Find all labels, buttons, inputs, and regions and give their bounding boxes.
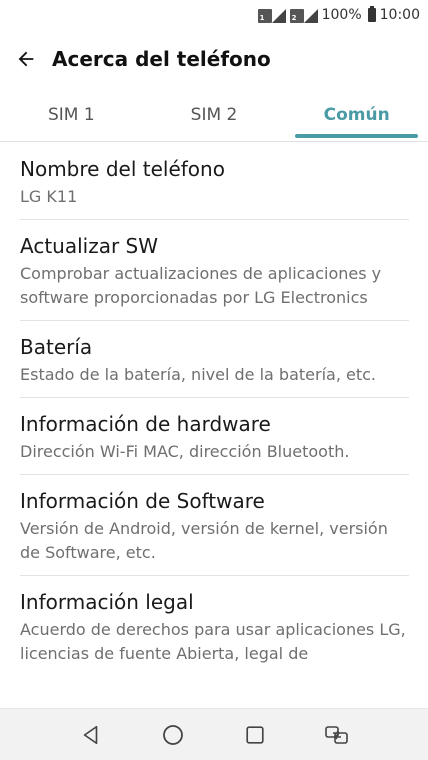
tab-bar: SIM 1 SIM 2 Común [0,88,428,142]
item-title: Actualizar SW [20,234,159,258]
item-subtitle: LG K11 [20,187,78,206]
battery-percent: 100% [321,7,362,23]
item-subtitle: Estado de la batería, nivel de la baterí… [20,365,376,384]
item-subtitle: Versión de Android, versión de kernel, v… [20,519,388,562]
tab-sim-2[interactable]: SIM 2 [143,88,286,141]
list-item-hardware-info[interactable]: Información de hardware Dirección Wi-Fi … [0,398,428,475]
sim2-signal-icon: 2 [289,7,318,23]
item-subtitle: Comprobar actualizaciones de aplicacione… [20,264,382,307]
item-subtitle: Dirección Wi-Fi MAC, dirección Bluetooth… [20,442,350,461]
status-bar: 1 2 100% 10:00 [0,0,428,30]
item-title: Información de Software [20,489,265,513]
page-title: Acerca del teléfono [52,47,271,71]
dual-window-icon [325,725,348,744]
list-item-battery[interactable]: Batería Estado de la batería, nivel de l… [0,321,428,398]
nav-dual-window-button[interactable] [317,715,357,755]
list-item-update-sw[interactable]: Actualizar SW Comprobar actualizaciones … [0,220,428,321]
item-title: Información de hardware [20,412,271,436]
item-subtitle: Acuerdo de derechos para usar aplicacion… [20,620,406,663]
home-circle-icon [163,724,183,745]
arrow-left-icon [18,51,34,67]
clock: 10:00 [379,7,420,23]
list-item-software-info[interactable]: Información de Software Versión de Andro… [0,475,428,576]
item-title: Información legal [20,590,194,614]
back-triangle-icon [83,725,98,744]
tab-sim-1[interactable]: SIM 1 [0,88,143,141]
nav-back-button[interactable] [71,715,111,755]
tab-comun[interactable]: Común [285,88,428,141]
item-title: Nombre del teléfono [20,157,225,181]
list-item-phone-name[interactable]: Nombre del teléfono LG K11 [0,143,428,220]
app-bar: Acerca del teléfono [0,30,428,88]
navigation-bar [0,708,428,760]
nav-home-button[interactable] [153,715,193,755]
settings-list: Nombre del teléfono LG K11 Actualizar SW… [0,143,428,708]
sim1-signal-icon: 1 [257,7,286,23]
recents-square-icon [246,725,264,744]
nav-recents-button[interactable] [235,715,275,755]
back-button[interactable] [0,30,52,88]
battery-icon [367,6,376,22]
item-title: Batería [20,335,93,359]
list-item-legal-info[interactable]: Información legal Acuerdo de derechos pa… [0,576,428,676]
